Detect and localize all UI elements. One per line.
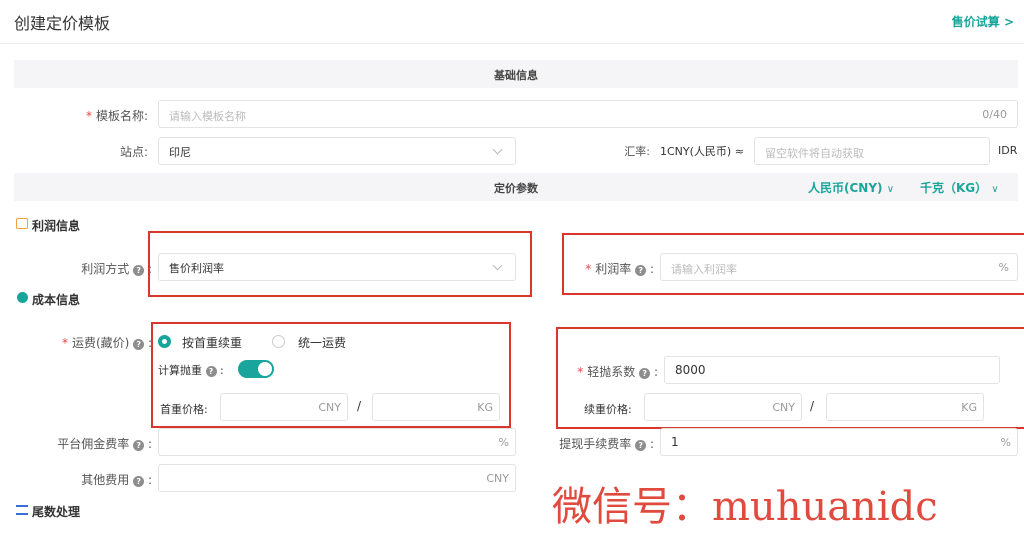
commission-label: 平台佣金费率 ? : [57, 437, 152, 451]
currency-value: 人民币(CNY) [808, 181, 883, 195]
help-icon[interactable]: ? [133, 440, 145, 451]
help-icon[interactable]: ? [133, 265, 145, 276]
template-name-label: * 模板名称: [85, 109, 148, 123]
currency-dropdown[interactable]: 人民币(CNY) ∨ [808, 179, 894, 196]
help-icon[interactable]: ? [635, 440, 647, 451]
rate-base: 1CNY(人民币) ≈ [660, 145, 744, 158]
commission-rate-input[interactable]: % [158, 428, 516, 456]
weight-unit-dropdown[interactable]: 千克（KG） ∨ [920, 179, 999, 196]
profit-section-icon [16, 218, 28, 229]
basic-info-title: 基础信息 [494, 69, 538, 82]
help-icon[interactable]: ? [133, 476, 145, 487]
exchange-rate-input[interactable]: 留空软件将自动获取 [754, 137, 990, 165]
freight-label: * 运费(藏价) ? : [61, 336, 152, 350]
other-fees-input[interactable]: CNY [158, 464, 516, 492]
template-name-input[interactable]: 请输入模板名称 0/40 [158, 100, 1018, 128]
rate-label: 汇率: [624, 145, 650, 158]
highlight-box-freight [151, 322, 511, 428]
other-fees-label: 其他费用 ? : [81, 473, 152, 487]
chevron-down-icon [492, 144, 503, 155]
highlight-box-light-factor [556, 327, 1024, 429]
tail-section-title: 尾数处理 [32, 505, 81, 519]
cost-section-icon [17, 292, 28, 303]
withdraw-fee-input[interactable]: 1 % [660, 428, 1018, 456]
pricing-params-band: 定价参数 人民币(CNY) ∨ 千克（KG） ∨ [14, 173, 1018, 201]
help-icon[interactable]: ? [133, 339, 145, 350]
profit-method-label: 利润方式 ? : [81, 262, 152, 276]
exchange-rate-placeholder: 留空软件将自动获取 [765, 147, 864, 160]
template-name-counter: 0/40 [982, 108, 1007, 121]
page-header: 创建定价模板 售价试算 > [0, 0, 1024, 44]
profit-section-title: 利润信息 [32, 219, 81, 233]
tail-section-icon [16, 505, 28, 515]
page-title: 创建定价模板 [14, 14, 111, 33]
commission-unit: % [498, 436, 509, 449]
site-label: 站点: [119, 145, 148, 159]
weight-unit-value: 千克（KG） [920, 181, 988, 195]
withdraw-fee-value: 1 [671, 435, 679, 449]
other-fees-unit: CNY [486, 472, 509, 485]
site-value: 印尼 [169, 146, 191, 159]
highlight-box-profit-rate [562, 233, 1024, 295]
site-select[interactable]: 印尼 [158, 137, 516, 165]
withdraw-fee-label: 提现手续费率 ? : [559, 437, 654, 451]
cost-section-title: 成本信息 [32, 293, 81, 307]
price-trial-link[interactable]: 售价试算 > [952, 13, 1014, 30]
highlight-box-profit-method [148, 231, 532, 297]
withdraw-fee-unit: % [1000, 436, 1011, 449]
watermark-text: 微信号：muhuanidc [552, 484, 938, 530]
basic-info-band: 基础信息 [14, 60, 1018, 88]
rate-unit: IDR [998, 144, 1018, 157]
template-name-placeholder: 请输入模板名称 [169, 110, 246, 123]
